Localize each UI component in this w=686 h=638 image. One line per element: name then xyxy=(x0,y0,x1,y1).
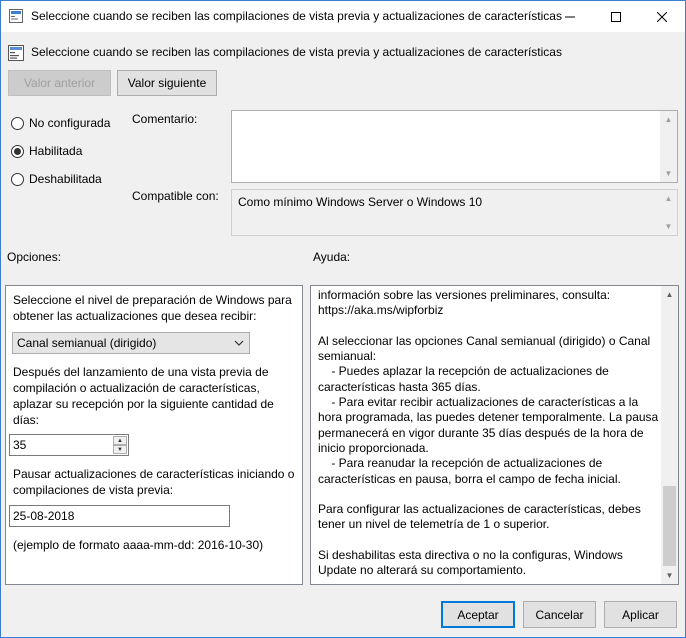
defer-days-value: 35 xyxy=(13,438,27,452)
maximize-icon xyxy=(611,11,621,22)
radio-disabled[interactable]: Deshabilitada xyxy=(11,170,102,188)
maximize-button[interactable] xyxy=(593,1,639,32)
radio-not-configured[interactable]: No configurada xyxy=(11,114,110,132)
scroll-down-icon[interactable]: ▼ xyxy=(661,567,678,584)
radio-button-checked[interactable] xyxy=(11,144,24,158)
cancel-button[interactable]: Cancelar xyxy=(523,601,596,628)
date-format-hint: (ejemplo de formato aaaa-mm-dd: 2016-10-… xyxy=(13,538,264,552)
pause-date-value: 25-08-2018 xyxy=(13,509,75,523)
comment-textarea[interactable]: ▲ ▼ xyxy=(231,110,678,183)
window-title: Seleccione cuando se reciben las compila… xyxy=(31,9,562,23)
scrollbar-thumb[interactable] xyxy=(663,486,676,566)
ok-button[interactable]: Aceptar xyxy=(441,601,515,628)
next-setting-button[interactable]: Valor siguiente xyxy=(117,70,217,96)
readiness-level-prompt: Seleccione el nivel de preparación de Wi… xyxy=(13,293,292,323)
radio-button[interactable] xyxy=(11,116,24,130)
radio-label: Deshabilitada xyxy=(29,172,102,186)
policy-dialog: Seleccione cuando se reciben las compila… xyxy=(0,0,686,638)
policy-setting-icon xyxy=(8,45,24,61)
radio-label: No configurada xyxy=(29,116,111,130)
help-scrollbar[interactable]: ▲ ▼ xyxy=(661,286,678,584)
policy-app-icon xyxy=(9,9,23,23)
scroll-down-icon[interactable]: ▼ xyxy=(660,165,677,182)
close-button[interactable] xyxy=(639,1,685,32)
scroll-up-icon[interactable]: ▲ xyxy=(660,111,677,128)
spinner-buttons[interactable]: ▲ ▼ xyxy=(113,436,127,454)
scroll-up-icon[interactable]: ▲ xyxy=(660,190,677,207)
defer-days-prompt: Después del lanzamiento de una vista pre… xyxy=(13,365,274,427)
title-bar[interactable]: Seleccione cuando se reciben las compila… xyxy=(1,1,685,32)
help-panel: información sobre las versiones prelimin… xyxy=(310,285,679,585)
help-section-label: Ayuda: xyxy=(313,250,351,264)
readiness-level-select[interactable]: Canal semianual (dirigido) xyxy=(12,332,250,354)
minimize-button[interactable] xyxy=(547,1,593,32)
compatible-value: Como mínimo Windows Server o Windows 10 xyxy=(238,195,483,209)
scroll-up-icon[interactable]: ▲ xyxy=(661,286,678,303)
options-section-label: Opciones: xyxy=(7,250,62,264)
defer-days-stepper[interactable]: 35 ▲ ▼ xyxy=(9,434,129,456)
spin-down-icon[interactable]: ▼ xyxy=(113,445,127,454)
compatible-label: Compatible con: xyxy=(132,189,219,203)
policy-title: Seleccione cuando se reciben las compila… xyxy=(31,45,562,59)
options-panel: Seleccione el nivel de preparación de Wi… xyxy=(5,285,303,585)
apply-button[interactable]: Aplicar xyxy=(604,601,677,628)
help-text: información sobre las versiones prelimin… xyxy=(318,288,659,578)
close-icon xyxy=(657,11,667,22)
spin-up-icon[interactable]: ▲ xyxy=(113,436,127,445)
scroll-down-icon[interactable]: ▼ xyxy=(660,218,677,235)
chevron-down-icon xyxy=(234,340,244,346)
minimize-icon xyxy=(565,16,575,17)
previous-setting-button[interactable]: Valor anterior xyxy=(8,70,111,96)
radio-label: Habilitada xyxy=(29,144,83,158)
radio-enabled[interactable]: Habilitada xyxy=(11,142,82,160)
pause-prompt: Pausar actualizaciones de característica… xyxy=(13,467,295,497)
readiness-level-value: Canal semianual (dirigido) xyxy=(17,336,157,350)
comment-label: Comentario: xyxy=(132,112,198,126)
radio-button[interactable] xyxy=(11,172,24,186)
comment-scrollbar[interactable]: ▲ ▼ xyxy=(660,111,677,182)
pause-date-input[interactable]: 25-08-2018 xyxy=(9,505,230,527)
compatible-field: Como mínimo Windows Server o Windows 10 … xyxy=(231,189,678,236)
compatible-scrollbar[interactable]: ▲ ▼ xyxy=(660,190,677,235)
